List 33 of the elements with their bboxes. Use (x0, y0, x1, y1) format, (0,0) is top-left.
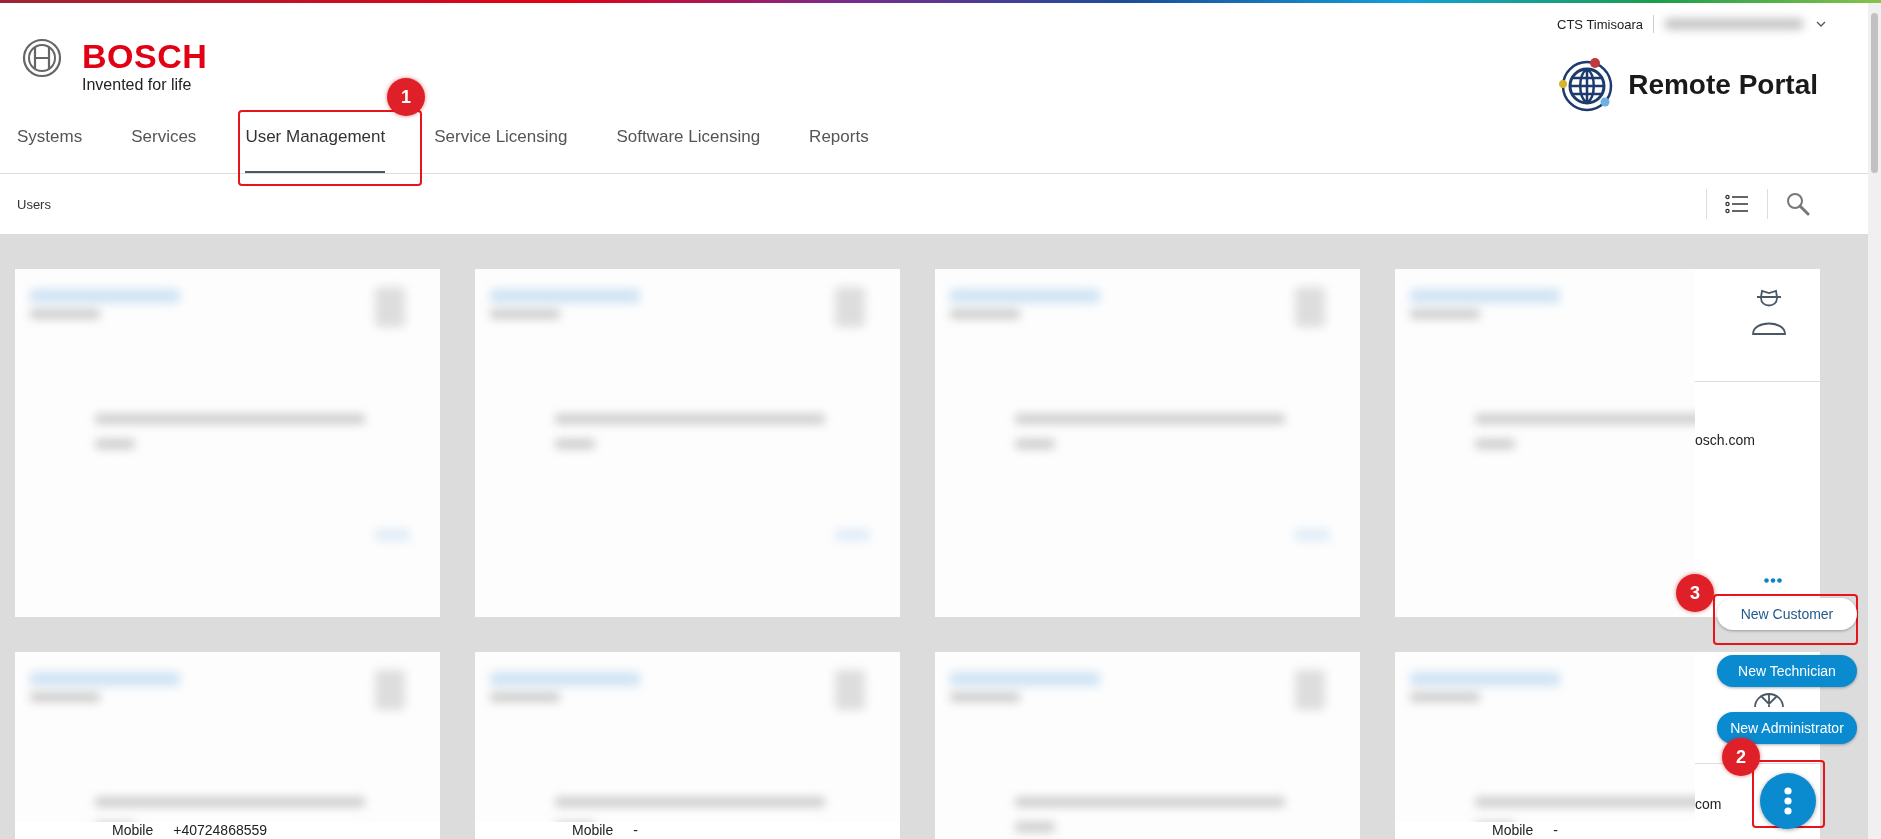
scrollbar-thumb[interactable] (1871, 13, 1878, 173)
chevron-down-icon[interactable] (1816, 21, 1826, 27)
mobile-label: Mobile (1492, 822, 1534, 838)
more-options-icon[interactable] (1764, 578, 1782, 583)
search-icon[interactable] (1786, 192, 1810, 216)
person-with-hat-icon (1751, 289, 1787, 335)
nav-tab[interactable]: Software Licensing (616, 113, 761, 173)
speed-dial-action[interactable]: New Technician (1717, 655, 1857, 687)
mobile-number: +40724868559 (173, 822, 268, 838)
location-label: CTS Timisoara (1557, 16, 1643, 32)
mobile-number: - (1553, 822, 1558, 838)
vertical-dots-icon (1784, 787, 1792, 815)
brand-tagline: Invented for life (82, 76, 193, 94)
nav-tab[interactable]: Systems (17, 113, 83, 173)
helmet-top-icon (1751, 692, 1787, 708)
nav-tab[interactable]: Service Licensing (434, 113, 568, 173)
nav-tab[interactable]: Reports (809, 113, 869, 173)
speed-dial-action[interactable]: New Administrator (1717, 712, 1857, 744)
list-view-icon[interactable] (1725, 194, 1749, 214)
brand-name: BOSCH (82, 38, 208, 74)
nav-tab[interactable]: User Management (245, 113, 386, 173)
mobile-label: Mobile (112, 822, 154, 838)
nav-tab[interactable]: Services (131, 113, 197, 173)
step-badge: 1 (387, 78, 425, 116)
email-text: osch.com (1695, 432, 1755, 448)
globe-logo-icon (1558, 57, 1615, 113)
mobile-label: Mobile (572, 822, 614, 838)
logo-icon (22, 38, 62, 78)
mobile-number: - (633, 822, 638, 838)
email-text: com (1695, 796, 1722, 812)
product-name: Remote Portal (1628, 69, 1818, 101)
speed-dial-action[interactable]: New Customer (1717, 598, 1857, 630)
page-title: Users (17, 196, 52, 212)
